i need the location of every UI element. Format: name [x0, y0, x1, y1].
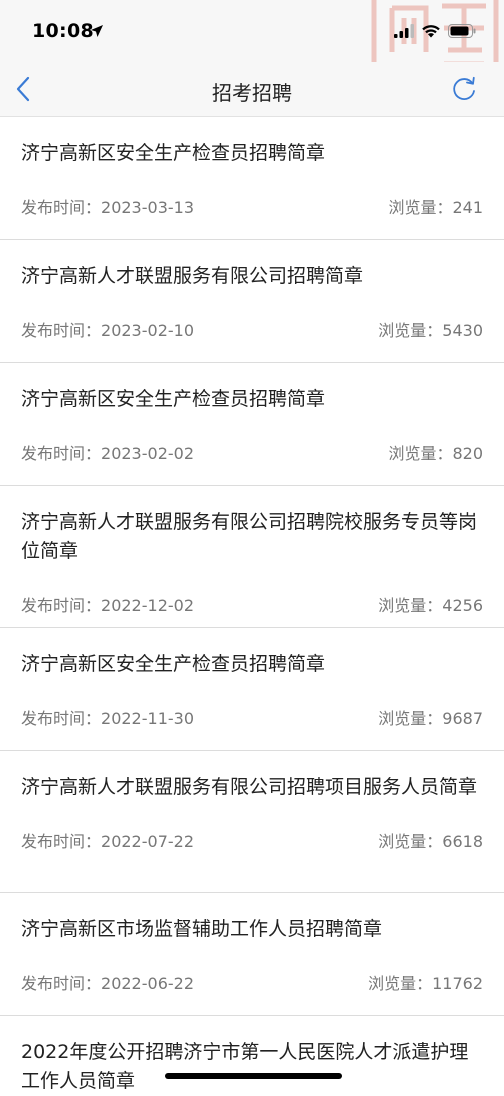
item-title: 2022年度公开招聘济宁市第一人民医院人才派遣护理工作人员简章	[21, 1041, 469, 1092]
publish-date-label: 发布时间：	[21, 596, 102, 615]
list-item[interactable]: 济宁高新人才联盟服务有限公司招聘简章 发布时间：2023-02-10 浏览量：5…	[0, 240, 504, 363]
view-count: 浏览量：4256	[378, 592, 483, 615]
publish-date: 发布时间：2022-11-30	[21, 705, 194, 728]
list-item[interactable]: 济宁高新人才联盟服务有限公司招聘项目服务人员简章 发布时间：2022-07-22…	[0, 751, 504, 893]
navigation-bar: 招考招聘	[0, 62, 504, 117]
publish-date-label: 发布时间：	[21, 832, 102, 851]
publish-date-value: 2022-11-30	[101, 709, 194, 728]
item-title: 济宁高新区市场监督辅助工作人员招聘简章	[21, 918, 383, 940]
wifi-icon	[422, 24, 440, 37]
item-meta: 发布时间：2022-07-22 浏览量：6618	[21, 828, 483, 851]
view-count-label: 浏览量：	[368, 974, 433, 993]
home-indicator[interactable]	[165, 1073, 342, 1079]
view-count-label: 浏览量：	[388, 444, 453, 463]
item-meta: 发布时间：2023-02-02 浏览量：820	[21, 440, 483, 463]
publish-date-label: 发布时间：	[21, 198, 102, 217]
publish-date: 发布时间：2022-06-22	[21, 970, 194, 993]
list-item[interactable]: 济宁高新人才联盟服务有限公司招聘院校服务专员等岗位简章 发布时间：2022-12…	[0, 486, 504, 628]
refresh-button[interactable]	[448, 73, 480, 105]
view-count-label: 浏览量：	[378, 321, 443, 340]
publish-date: 发布时间：2022-07-22	[21, 828, 194, 851]
recruitment-list: 济宁高新区安全生产检查员招聘简章 发布时间：2023-03-13 浏览量：241…	[0, 117, 504, 1096]
item-title: 济宁高新人才联盟服务有限公司招聘院校服务专员等岗位简章	[21, 511, 478, 562]
view-count: 浏览量：6618	[378, 828, 483, 851]
publish-date-value: 2022-12-02	[101, 596, 194, 615]
item-title: 济宁高新区安全生产检查员招聘简章	[21, 142, 326, 164]
item-meta: 发布时间：2023-02-10 浏览量：5430	[21, 317, 483, 340]
item-title: 济宁高新人才联盟服务有限公司招聘项目服务人员简章	[21, 776, 478, 798]
view-count-label: 浏览量：	[378, 709, 443, 728]
publish-date-value: 2023-02-10	[101, 321, 194, 340]
page-title: 招考招聘	[212, 81, 292, 105]
item-meta: 发布时间：2022-12-02 浏览量：4256	[21, 592, 483, 615]
publish-date-value: 2023-03-13	[101, 198, 194, 217]
publish-date-label: 发布时间：	[21, 444, 102, 463]
status-icons	[394, 22, 476, 40]
item-title: 济宁高新区安全生产检查员招聘简章	[21, 388, 326, 410]
list-item[interactable]: 济宁高新区安全生产检查员招聘简章 发布时间：2022-11-30 浏览量：968…	[0, 628, 504, 751]
item-meta: 发布时间：2022-11-30 浏览量：9687	[21, 705, 483, 728]
cellular-signal-icon	[394, 24, 414, 38]
refresh-icon	[453, 76, 475, 100]
view-count: 浏览量：11762	[368, 970, 483, 993]
publish-date-label: 发布时间：	[21, 974, 102, 993]
list-item[interactable]: 济宁高新区安全生产检查员招聘简章 发布时间：2023-02-02 浏览量：820	[0, 363, 504, 486]
item-meta: 发布时间：2022-06-22 浏览量：11762	[21, 970, 483, 993]
list-item[interactable]: 济宁高新区市场监督辅助工作人员招聘简章 发布时间：2022-06-22 浏览量：…	[0, 893, 504, 1016]
publish-date: 发布时间：2023-03-13	[21, 194, 194, 217]
list-item[interactable]: 2022年度公开招聘济宁市第一人民医院人才派遣护理工作人员简章	[0, 1016, 504, 1096]
battery-icon	[448, 24, 476, 38]
view-count: 浏览量：241	[388, 194, 483, 217]
status-time: 10:08	[32, 20, 94, 42]
view-count-value: 241	[452, 198, 483, 217]
view-count-value: 6618	[442, 832, 483, 851]
publish-date-value: 2022-07-22	[101, 832, 194, 851]
item-title: 济宁高新区安全生产检查员招聘简章	[21, 653, 326, 675]
view-count: 浏览量：9687	[378, 705, 483, 728]
view-count-value: 4256	[442, 596, 483, 615]
item-meta: 发布时间：2023-03-13 浏览量：241	[21, 194, 483, 217]
view-count: 浏览量：820	[388, 440, 483, 463]
publish-date: 发布时间：2023-02-10	[21, 317, 194, 340]
publish-date-label: 发布时间：	[21, 321, 102, 340]
publish-date-label: 发布时间：	[21, 709, 102, 728]
publish-date-value: 2023-02-02	[101, 444, 194, 463]
view-count-value: 9687	[442, 709, 483, 728]
item-title: 济宁高新人才联盟服务有限公司招聘简章	[21, 265, 364, 287]
view-count: 浏览量：5430	[378, 317, 483, 340]
view-count-label: 浏览量：	[378, 596, 443, 615]
publish-date-value: 2022-06-22	[101, 974, 194, 993]
view-count-value: 5430	[442, 321, 483, 340]
location-arrow-icon	[91, 25, 103, 37]
view-count-label: 浏览量：	[388, 198, 453, 217]
list-item[interactable]: 济宁高新区安全生产检查员招聘简章 发布时间：2023-03-13 浏览量：241	[0, 117, 504, 240]
view-count-label: 浏览量：	[378, 832, 443, 851]
view-count-value: 820	[452, 444, 483, 463]
publish-date: 发布时间：2022-12-02	[21, 592, 194, 615]
view-count-value: 11762	[432, 974, 483, 993]
publish-date: 发布时间：2023-02-02	[21, 440, 194, 463]
